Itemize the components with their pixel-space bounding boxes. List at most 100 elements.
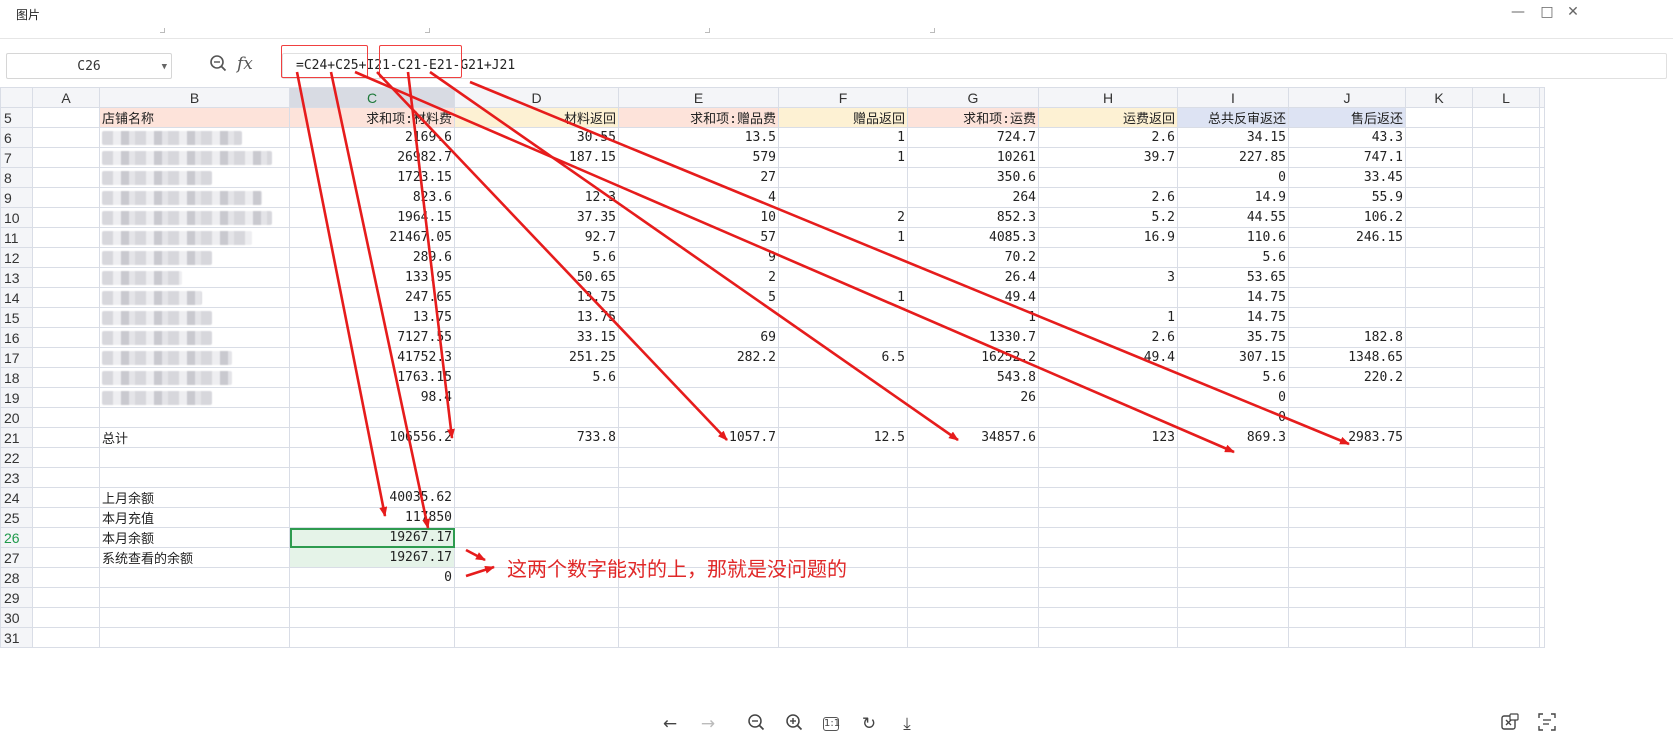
cell-d[interactable] (454, 607, 619, 628)
cell-i[interactable]: 14.75 (1177, 287, 1289, 308)
cell-g[interactable]: 26 (907, 387, 1039, 408)
cell-a[interactable] (32, 527, 100, 548)
cell-b[interactable] (99, 627, 290, 648)
cell-f[interactable] (778, 167, 908, 188)
col-header-a[interactable]: A (32, 87, 100, 108)
cell-k[interactable] (1405, 247, 1473, 268)
cell-l[interactable] (1472, 307, 1540, 328)
cell-h[interactable] (1038, 467, 1178, 488)
arrow-left-icon[interactable]: ← (659, 713, 681, 735)
cell-g[interactable]: 724.7 (907, 127, 1039, 148)
store-name-redacted[interactable] (99, 327, 290, 348)
cell-j[interactable] (1288, 447, 1406, 468)
chevron-down-icon[interactable]: ▼ (162, 54, 167, 80)
cell-j[interactable] (1288, 587, 1406, 608)
cell-i[interactable]: 44.55 (1177, 207, 1289, 228)
cell-i[interactable]: 35.75 (1177, 327, 1289, 348)
fx-icon[interactable]: fx (237, 54, 253, 74)
cell-g[interactable]: 49.4 (907, 287, 1039, 308)
arrow-right-icon[interactable]: → (697, 713, 719, 735)
row-header[interactable]: 10 (0, 207, 33, 228)
cell-f[interactable] (778, 387, 908, 408)
cell-i[interactable]: 110.6 (1177, 227, 1289, 248)
cell-j[interactable]: 106.2 (1288, 207, 1406, 228)
row-header[interactable]: 18 (0, 367, 33, 388)
store-name-redacted[interactable] (99, 227, 290, 248)
cell-a[interactable] (32, 547, 100, 568)
row-header[interactable]: 19 (0, 387, 33, 408)
column-title-h[interactable]: 运费返回 (1038, 107, 1178, 128)
cell-a[interactable] (32, 247, 100, 268)
cell-k[interactable] (1405, 367, 1473, 388)
cell-l[interactable] (1472, 387, 1540, 408)
cell-i[interactable] (1177, 467, 1289, 488)
cell-j[interactable]: 182.8 (1288, 327, 1406, 348)
cell-k[interactable] (1405, 487, 1473, 508)
cell-c[interactable]: 41752.3 (289, 347, 455, 368)
cell-h[interactable] (1038, 407, 1178, 428)
cell-g[interactable]: 264 (907, 187, 1039, 208)
cell-k[interactable] (1405, 527, 1473, 548)
cell-g[interactable]: 26.4 (907, 267, 1039, 288)
cell-a[interactable] (32, 347, 100, 368)
col-header-d[interactable]: D (454, 87, 619, 108)
formula-input[interactable]: =C24+C25+I21-C21-E21-G21+J21 (282, 53, 1667, 79)
cell-k[interactable] (1405, 447, 1473, 468)
row-header[interactable]: 17 (0, 347, 33, 368)
cell-d[interactable]: 30.55 (454, 127, 619, 148)
cell-e[interactable]: 10 (618, 207, 779, 228)
column-title-g[interactable]: 求和项:运费 (907, 107, 1039, 128)
cell-g[interactable] (907, 467, 1039, 488)
cell-l[interactable] (1472, 127, 1540, 148)
cell-l[interactable] (1472, 447, 1540, 468)
cell-f[interactable] (778, 527, 908, 548)
cell-c[interactable] (289, 587, 455, 608)
cell-g[interactable] (907, 587, 1039, 608)
cell-k[interactable] (1405, 287, 1473, 308)
cell-f[interactable] (778, 187, 908, 208)
store-name-redacted[interactable] (99, 267, 290, 288)
row-header[interactable]: 21 (0, 427, 33, 448)
cell-g[interactable] (907, 527, 1039, 548)
row-header[interactable]: 8 (0, 167, 33, 188)
cell-f[interactable]: 1 (778, 127, 908, 148)
cell-k[interactable] (1405, 167, 1473, 188)
cell-c[interactable]: 13.75 (289, 307, 455, 328)
cell-b[interactable] (99, 587, 290, 608)
cell-a[interactable] (32, 167, 100, 188)
cell-k[interactable] (1405, 407, 1473, 428)
cell-f[interactable] (778, 587, 908, 608)
cell-e[interactable] (618, 607, 779, 628)
zoom-out-icon[interactable] (745, 713, 767, 735)
row-header[interactable]: 9 (0, 187, 33, 208)
column-title-c[interactable]: 求和项:材料费 (289, 107, 455, 128)
cell-g[interactable]: 4085.3 (907, 227, 1039, 248)
cell-i[interactable]: 869.3 (1177, 427, 1289, 448)
cell-e[interactable]: 5 (618, 287, 779, 308)
cell-i[interactable]: 227.85 (1177, 147, 1289, 168)
cell-h[interactable] (1038, 287, 1178, 308)
close-icon[interactable]: ✕ (1562, 2, 1584, 22)
column-title-e[interactable]: 求和项:赠品费 (618, 107, 779, 128)
cell-k[interactable] (1405, 127, 1473, 148)
cell-j[interactable] (1288, 567, 1406, 588)
cell-j[interactable]: 220.2 (1288, 367, 1406, 388)
cell-h[interactable] (1038, 447, 1178, 468)
cell-d[interactable]: 50.65 (454, 267, 619, 288)
cell-k[interactable] (1405, 187, 1473, 208)
cell-a[interactable] (32, 207, 100, 228)
cell-e[interactable]: 2 (618, 267, 779, 288)
cell-f[interactable] (778, 507, 908, 528)
row-header[interactable]: 24 (0, 487, 33, 508)
store-name-redacted[interactable] (99, 147, 290, 168)
cell-h[interactable]: 5.2 (1038, 207, 1178, 228)
cell-d[interactable]: 13.75 (454, 307, 619, 328)
cell-d[interactable] (454, 527, 619, 548)
balance-value[interactable]: 117850 (289, 507, 455, 528)
cell-l[interactable] (1472, 187, 1540, 208)
cell-d[interactable] (454, 447, 619, 468)
cell-g[interactable] (907, 447, 1039, 468)
cell-l[interactable] (1472, 607, 1540, 628)
cell-c[interactable]: 1964.15 (289, 207, 455, 228)
cell-k[interactable] (1405, 327, 1473, 348)
